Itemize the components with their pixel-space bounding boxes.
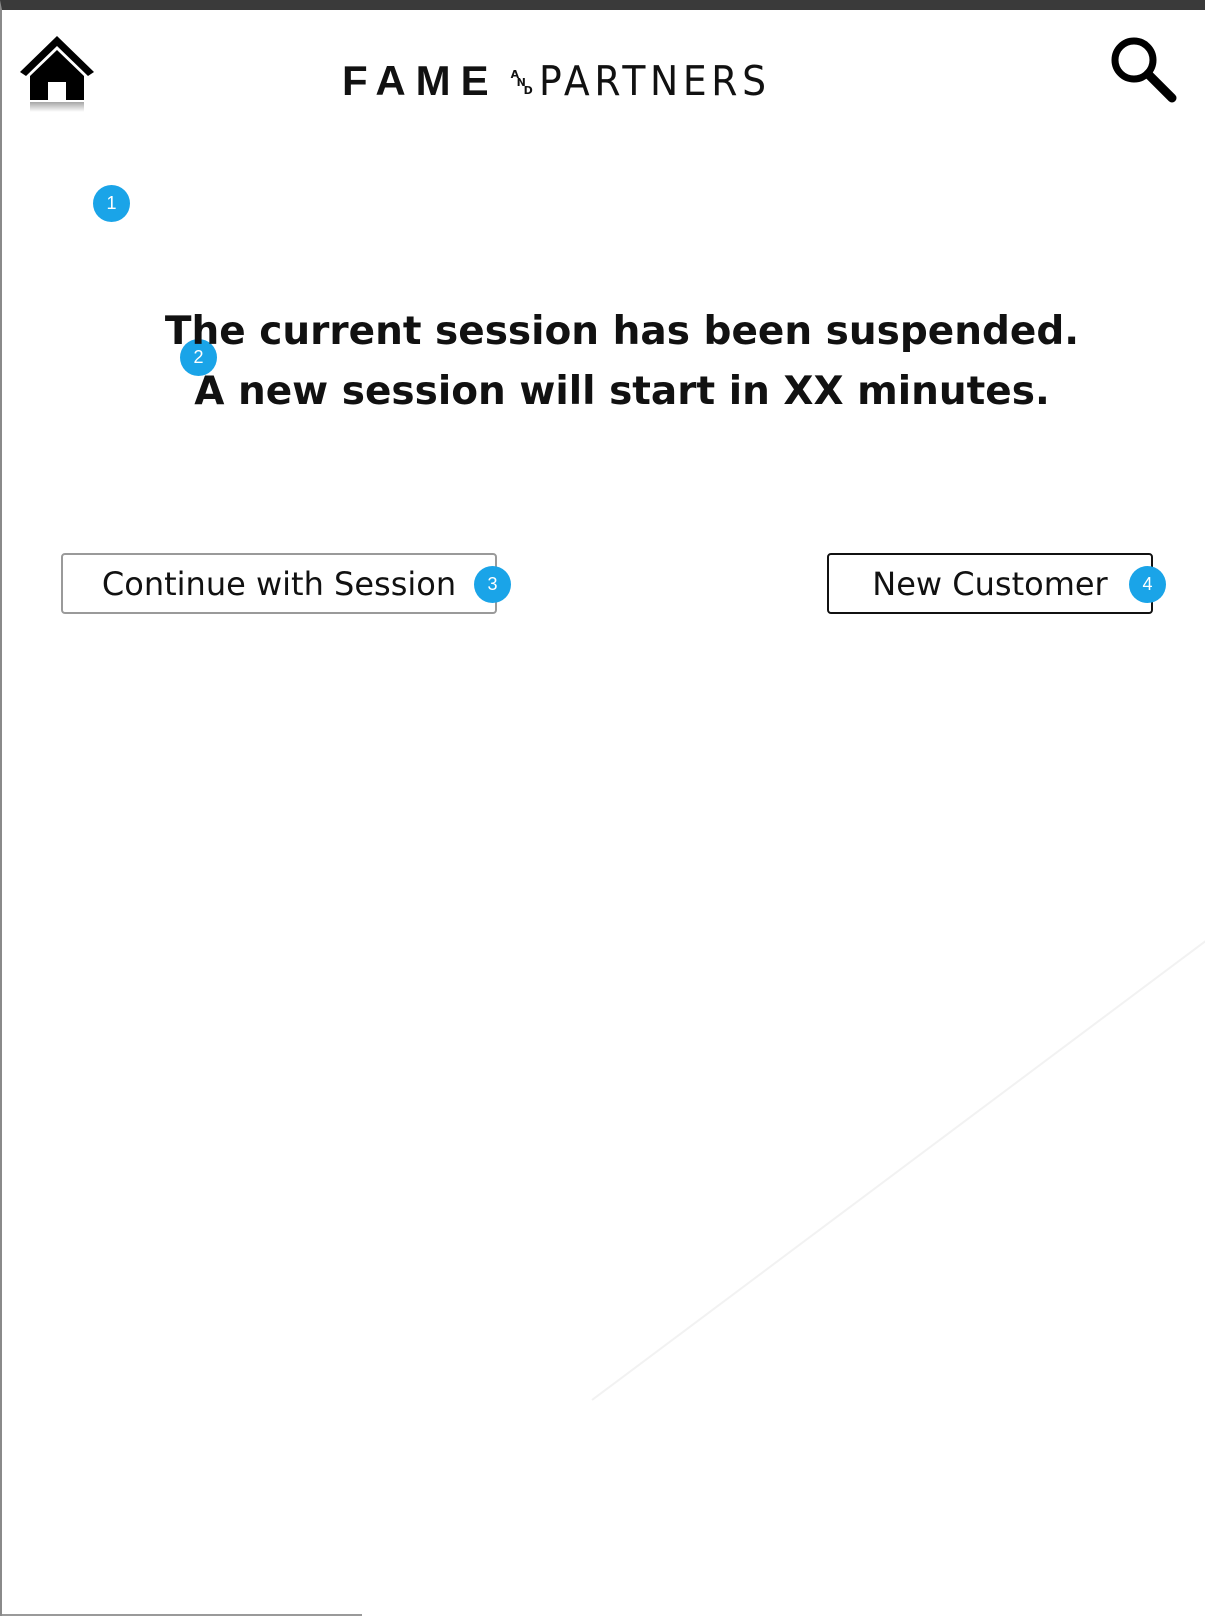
annotation-badge-1: 1	[93, 185, 130, 222]
logo-and-mark: A N D	[499, 58, 539, 104]
search-button[interactable]	[1108, 34, 1180, 106]
session-suspended-message: The current session has been suspended. …	[2, 302, 1205, 422]
annotation-badge-4: 4	[1129, 566, 1166, 603]
message-line-1: The current session has been suspended.	[164, 309, 1080, 354]
continue-button-label: Continue with Session	[101, 564, 457, 603]
logo-word-partners: PARTNERS	[538, 57, 771, 105]
logo-word-fame: FAME	[342, 57, 499, 104]
new-customer-button[interactable]: New Customer	[827, 553, 1153, 614]
home-button[interactable]	[18, 34, 96, 114]
background-diagonal	[591, 940, 1205, 1401]
search-icon	[1111, 37, 1177, 103]
annotation-badge-3: 3	[474, 566, 511, 603]
new-customer-button-label: New Customer	[872, 564, 1108, 603]
app-screen: FAME A N D PARTNERS 1 2 The current sess…	[0, 0, 1205, 1616]
continue-with-session-button[interactable]: Continue with Session	[61, 553, 497, 614]
home-icon	[20, 36, 94, 112]
brand-logo: FAME A N D PARTNERS	[342, 52, 832, 110]
message-line-2: A new session will start in XX minutes.	[194, 369, 1050, 414]
logo-and-d: D	[523, 84, 533, 97]
